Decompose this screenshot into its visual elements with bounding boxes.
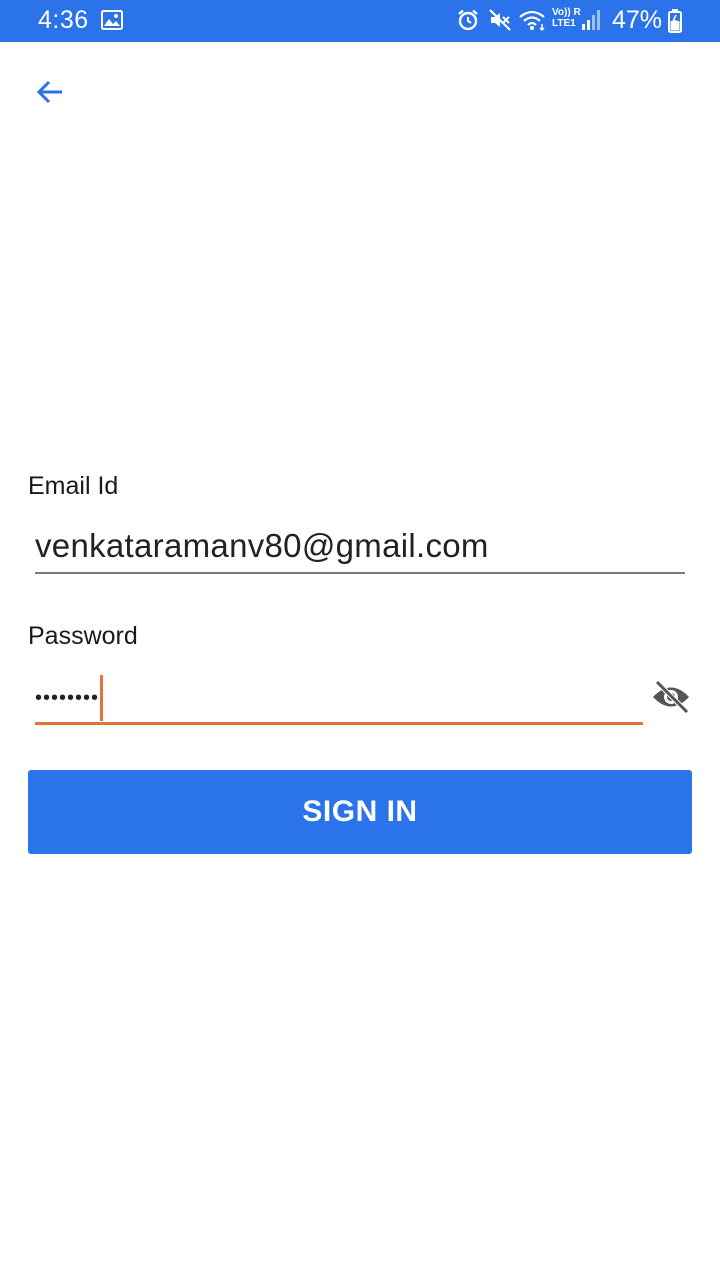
password-label: Password	[28, 622, 138, 650]
password-value: ••••••••	[35, 686, 100, 709]
status-bar: 4:36 Vo)) R LTE1 47%	[0, 0, 720, 42]
eye-off-icon	[653, 680, 689, 714]
text-cursor	[100, 674, 104, 721]
password-visibility-toggle[interactable]	[650, 678, 692, 716]
network-label-top: Vo)) R	[552, 7, 581, 18]
gallery-icon	[101, 10, 123, 30]
signal-icon	[582, 10, 600, 30]
status-time: 4:36	[38, 6, 89, 34]
volte-icon: Vo)) R LTE1	[552, 7, 582, 33]
mute-icon	[489, 9, 511, 31]
password-field[interactable]: ••••••••	[35, 672, 643, 725]
email-field[interactable]: venkataramanv80@gmail.com	[35, 524, 685, 574]
back-button[interactable]	[28, 70, 72, 114]
battery-icon	[668, 9, 682, 33]
sign-in-button[interactable]: SIGN IN	[28, 770, 692, 854]
wifi-icon	[519, 10, 545, 32]
email-label: Email Id	[28, 472, 119, 500]
back-arrow-icon	[36, 80, 62, 104]
alarm-icon	[458, 9, 478, 31]
network-label-bottom: LTE1	[552, 18, 576, 29]
battery-percent: 47%	[612, 6, 663, 34]
